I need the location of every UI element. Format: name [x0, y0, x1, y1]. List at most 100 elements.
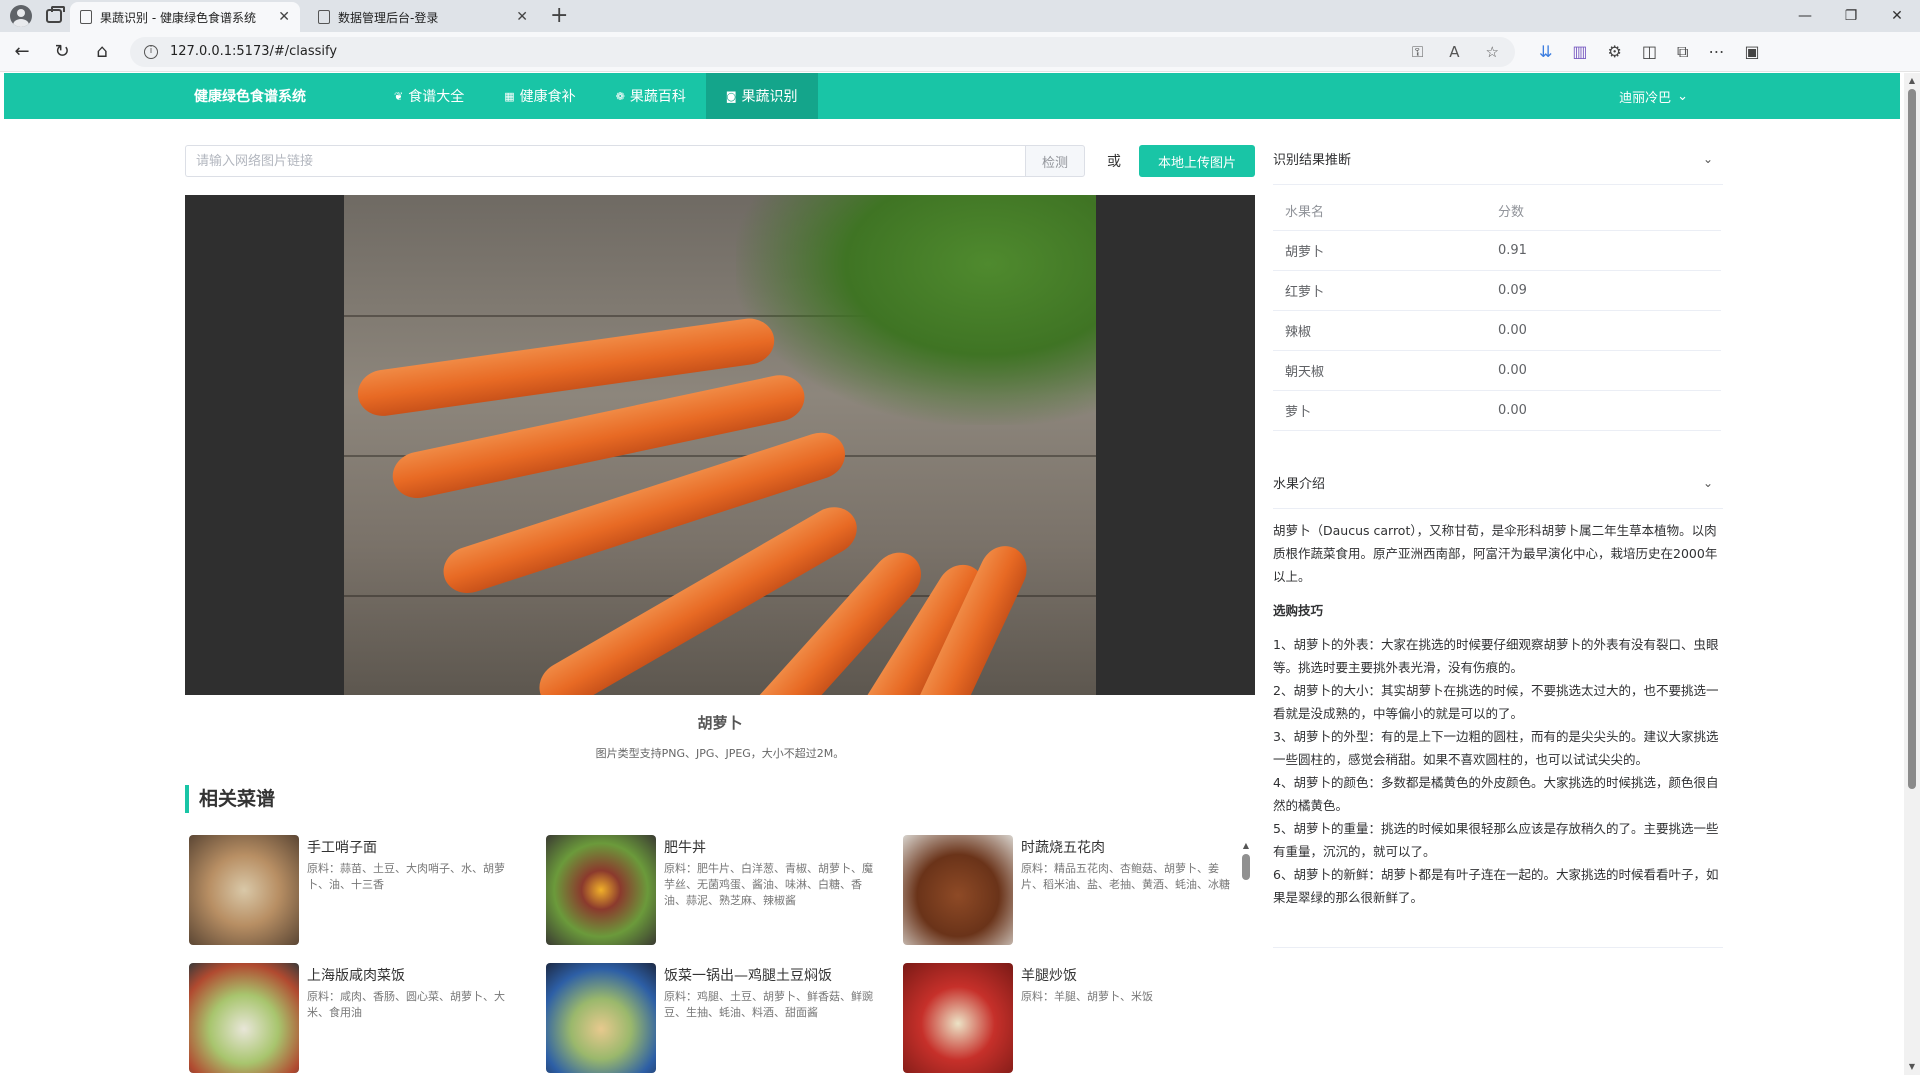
- sidebar-toggle-icon[interactable]: ▣: [1744, 42, 1759, 61]
- recipe-name: 手工哨子面: [307, 840, 377, 856]
- recipe-name: 肥牛丼: [664, 840, 706, 856]
- key-icon[interactable]: ⚿: [1412, 43, 1423, 61]
- read-aloud-icon[interactable]: A: [1449, 43, 1459, 61]
- extension-icon[interactable]: ⇊: [1539, 42, 1552, 61]
- profile-icon[interactable]: [10, 5, 32, 27]
- recipe-ingredients: 原料：肥牛片、白洋葱、青椒、胡萝卜、魔芋丝、无菌鸡蛋、酱油、味淋、白糖、香油、蒜…: [664, 862, 873, 907]
- image-url-input[interactable]: [185, 145, 1025, 177]
- scroll-up-icon[interactable]: ▲: [1904, 73, 1920, 89]
- chevron-down-icon: ⌄: [1702, 475, 1713, 490]
- refresh-icon[interactable]: ↻: [44, 36, 80, 68]
- new-tab-icon[interactable]: +: [550, 2, 568, 32]
- fruit-name: 红萝卜: [1285, 285, 1325, 300]
- user-menu[interactable]: 迪丽冷巴 ⌄: [1619, 87, 1688, 106]
- tab-title: 数据管理后台-登录: [338, 10, 439, 25]
- fruit-name: 辣椒: [1285, 325, 1312, 340]
- tip-item: 1、胡萝卜的外表：大家在挑选的时候要仔细观察胡萝卜的外表有没有裂口、虫眼等。挑选…: [1273, 637, 1719, 675]
- table-row: 朝天椒 0.00: [1273, 351, 1721, 391]
- home-icon[interactable]: ⌂: [84, 36, 120, 68]
- table-row: 萝卜 0.00: [1273, 391, 1721, 431]
- close-tab-icon[interactable]: ✕: [516, 9, 528, 25]
- nav-item-encyclopedia[interactable]: ❁ 果蔬百科: [596, 73, 706, 119]
- results-title: 识别结果推断: [1273, 153, 1352, 168]
- or-label: 或: [1107, 154, 1121, 170]
- url-text: 127.0.0.1:5173/#/classify: [170, 44, 338, 59]
- restore-icon[interactable]: ❐: [1828, 0, 1874, 32]
- scroll-down-icon[interactable]: ▼: [1904, 1059, 1920, 1075]
- recipe-card[interactable]: 手工哨子面 原料：蒜苗、土豆、大肉哨子、水、胡萝卜、油、十三香: [189, 835, 529, 947]
- recipe-name: 时蔬烧五花肉: [1021, 840, 1105, 856]
- recipe-card[interactable]: 时蔬烧五花肉 原料：精品五花肉、杏鲍菇、胡萝卜、姜片、稻米油、盐、老抽、黄酒、蚝…: [903, 835, 1243, 947]
- nav-item-recognition[interactable]: ◙ 果蔬识别: [705, 73, 818, 119]
- fruit-name: 萝卜: [1285, 405, 1312, 420]
- recipe-card[interactable]: 羊腿炒饭 原料：羊腿、胡萝卜、米饭: [903, 963, 1243, 1075]
- top-navigation: 健康绿色食谱系统 ❦ 食谱大全 ▦ 健康食补 ❁ 果蔬百科 ◙ 果蔬识别 迪丽冷…: [4, 73, 1900, 119]
- fruit-intro: 胡萝卜（Daucus carrot），又称甘荀，是伞形科胡萝卜属二年生草本植物。…: [1273, 519, 1723, 909]
- close-window-icon[interactable]: ✕: [1874, 0, 1920, 32]
- nav-item-label: 果蔬识别: [741, 89, 798, 105]
- table-row: 辣椒 0.00: [1273, 311, 1721, 351]
- brand-title[interactable]: 健康绿色食谱系统: [194, 86, 374, 106]
- extensions-puzzle-icon[interactable]: ⚙: [1608, 42, 1622, 61]
- close-tab-icon[interactable]: ✕: [278, 9, 290, 25]
- site-info-icon[interactable]: i: [144, 44, 158, 59]
- page-icon: [318, 10, 330, 24]
- tip-item: 2、胡萝卜的大小：其实胡萝卜在挑选的时候，不要挑选太过大的，也不要挑选一看就是没…: [1273, 683, 1719, 721]
- minimize-icon[interactable]: —: [1782, 0, 1828, 32]
- favorite-star-icon[interactable]: ☆: [1486, 43, 1499, 61]
- split-screen-icon[interactable]: ◫: [1642, 42, 1657, 61]
- recipe-image: [903, 835, 1013, 945]
- recipe-card[interactable]: 上海版咸肉菜饭 原料：咸肉、香肠、圆心菜、胡萝卜、大米、食用油: [189, 963, 529, 1075]
- address-toolbar: ← ↻ ⌂ i 127.0.0.1:5173/#/classify ⚿ A ☆ …: [0, 32, 1920, 72]
- upload-local-image-button[interactable]: 本地上传图片: [1139, 145, 1255, 177]
- recipe-card[interactable]: 肥牛丼 原料：肥牛片、白洋葱、青椒、胡萝卜、魔芋丝、无菌鸡蛋、酱油、味淋、白糖、…: [546, 835, 886, 947]
- detect-button[interactable]: 检测: [1025, 145, 1085, 177]
- scroll-thumb[interactable]: [1242, 854, 1250, 880]
- column-header: 分数: [1498, 205, 1525, 220]
- intro-title: 水果介绍: [1273, 477, 1326, 492]
- collections-icon[interactable]: ⧉: [1677, 42, 1688, 62]
- recipe-ingredients: 原料：精品五花肉、杏鲍菇、胡萝卜、姜片、稻米油、盐、老抽、黄酒、蚝油、冰糖: [1021, 862, 1230, 891]
- results-collapse-header[interactable]: 识别结果推断 ⌄: [1273, 133, 1723, 185]
- prediction-caption: 胡萝卜: [697, 714, 743, 732]
- url-bar[interactable]: i 127.0.0.1:5173/#/classify ⚿ A ☆: [130, 36, 1515, 67]
- fruit-score: 0.09: [1498, 283, 1527, 298]
- username: 迪丽冷巴: [1619, 90, 1672, 106]
- nav-item-recipes[interactable]: ❦ 食谱大全: [374, 73, 484, 119]
- nav-item-health[interactable]: ▦ 健康食补: [484, 73, 595, 119]
- recipe-name: 饭菜一锅出—鸡腿土豆焖饭: [664, 968, 832, 984]
- browser-tab-strip: 果蔬识别 - 健康绿色食谱系统 ✕ 数据管理后台-登录 ✕ + — ❐ ✕: [0, 0, 1920, 32]
- tab-actions-icon[interactable]: [46, 6, 65, 23]
- tip-item: 6、胡萝卜的新鲜：胡萝卜都是有叶子连在一起的。大家挑选的时候看看叶子，如果是翠绿…: [1273, 867, 1719, 905]
- recipe-list-scrollbar[interactable]: ▲: [1242, 841, 1250, 901]
- recipe-image: [189, 963, 299, 1073]
- browser-tab-active[interactable]: 果蔬识别 - 健康绿色食谱系统 ✕: [70, 2, 300, 32]
- fruit-score: 0.00: [1498, 403, 1527, 418]
- nav-item-label: 果蔬百科: [629, 89, 686, 105]
- scroll-up-icon[interactable]: ▲: [1242, 841, 1250, 850]
- recipe-image: [546, 835, 656, 945]
- page-scrollbar[interactable]: ▲ ▼: [1904, 73, 1920, 1075]
- recipe-card[interactable]: 饭菜一锅出—鸡腿土豆焖饭 原料：鸡腿、土豆、胡萝卜、鲜香菇、鲜豌豆、生抽、蚝油、…: [546, 963, 886, 1075]
- more-menu-icon[interactable]: ⋯: [1708, 42, 1724, 61]
- recipe-ingredients: 原料：咸肉、香肠、圆心菜、胡萝卜、大米、食用油: [307, 990, 505, 1019]
- reading-mode-icon[interactable]: ▥: [1572, 42, 1587, 61]
- browser-tab[interactable]: 数据管理后台-登录 ✕: [308, 2, 538, 32]
- image-preview: [185, 195, 1255, 695]
- fruit-score: 0.91: [1498, 243, 1527, 258]
- app-page: 健康绿色食谱系统 ❦ 食谱大全 ▦ 健康食补 ❁ 果蔬百科 ◙ 果蔬识别 迪丽冷…: [4, 73, 1900, 1075]
- tip-item: 4、胡萝卜的颜色：多数都是橘黄色的外皮颜色。大家挑选的时候挑选，颜色很自然的橘黄…: [1273, 775, 1719, 813]
- nav-item-label: 健康食补: [519, 89, 576, 105]
- recipe-ingredients: 原料：鸡腿、土豆、胡萝卜、鲜香菇、鲜豌豆、生抽、蚝油、料酒、甜面酱: [664, 990, 873, 1019]
- results-table: 水果名 分数 胡萝卜 0.91 红萝卜 0.09 辣椒 0.00 朝天椒 0.0…: [1273, 191, 1721, 431]
- scroll-thumb[interactable]: [1908, 89, 1916, 789]
- intro-collapse-header[interactable]: 水果介绍 ⌄: [1273, 457, 1723, 509]
- recipe-ingredients: 原料：蒜苗、土豆、大肉哨子、水、胡萝卜、油、十三香: [307, 862, 505, 891]
- fruit-score: 0.00: [1498, 363, 1527, 378]
- back-icon[interactable]: ←: [4, 36, 40, 68]
- image-url-search: 检测 或 本地上传图片: [185, 145, 1255, 177]
- recipe-image: [546, 963, 656, 1073]
- recipe-ingredients: 原料：羊腿、胡萝卜、米饭: [1021, 990, 1153, 1003]
- fruit-score: 0.00: [1498, 323, 1527, 338]
- leaf-icon: ❦: [394, 89, 404, 103]
